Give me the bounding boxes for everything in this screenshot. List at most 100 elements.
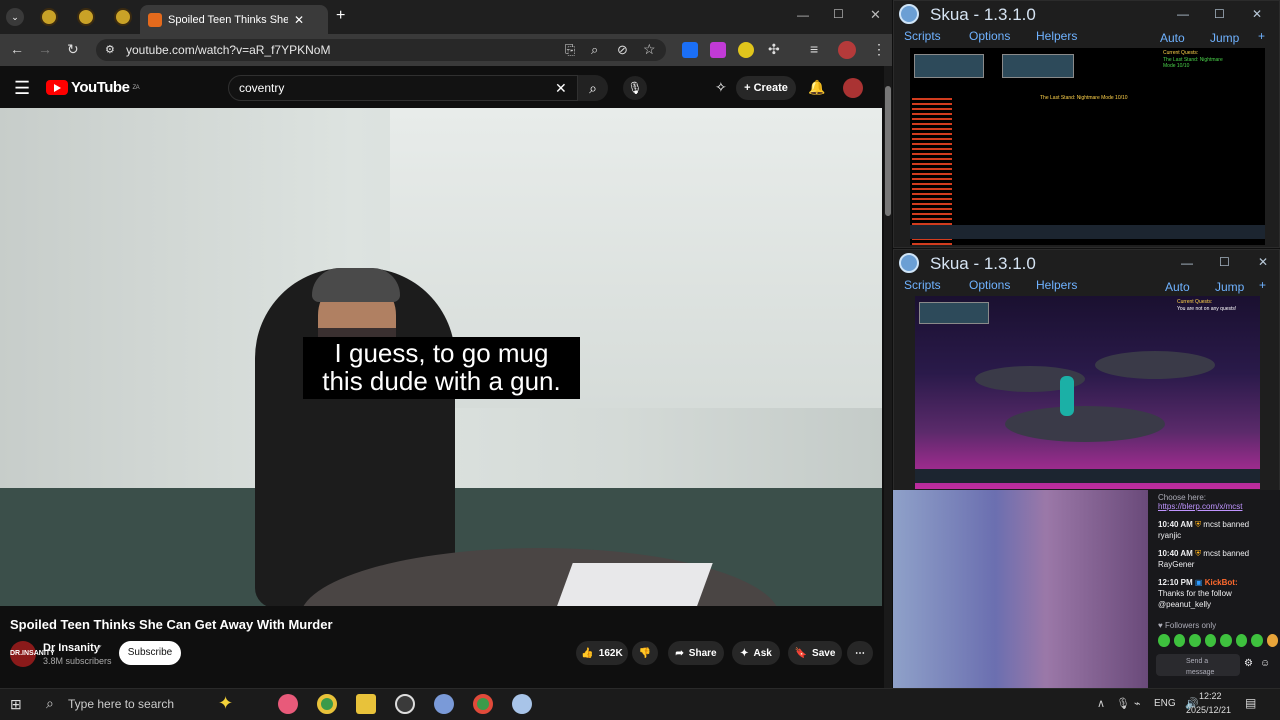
menu-helpers[interactable]: Helpers — [1036, 278, 1077, 292]
menu-jump[interactable]: Jump — [1210, 31, 1239, 45]
tab-search-icon[interactable]: ⌄ — [6, 8, 24, 26]
new-tab-button[interactable]: + — [336, 7, 345, 25]
dislike-button[interactable]: 👎 — [632, 641, 658, 665]
extension-icon[interactable] — [738, 42, 754, 58]
tab-favicon[interactable] — [40, 8, 58, 26]
channel-name[interactable]: Dr Insanity — [43, 642, 100, 654]
menu-jump[interactable]: Jump — [1215, 280, 1244, 294]
caption-line: I guess, to go mug — [334, 338, 549, 368]
search-highlight-icon[interactable]: ✦ — [218, 693, 233, 714]
close-button[interactable]: ✕ — [1258, 255, 1268, 269]
address-bar[interactable]: ⚙ youtube.com/watch?v=aR_f7YPKNoM — [96, 39, 666, 61]
reload-icon[interactable]: ↻ — [67, 41, 79, 58]
game-viewport-bottom[interactable]: Current Quests: You are not on any quest… — [915, 296, 1260, 489]
extension-icon[interactable] — [682, 42, 698, 58]
app-icon[interactable] — [434, 694, 454, 714]
notifications-bell-icon[interactable]: 🔔 — [808, 79, 825, 96]
tab-close-icon[interactable]: ✕ — [294, 13, 304, 27]
extensions-puzzle-icon[interactable]: ✣ — [768, 41, 780, 58]
minimize-button[interactable]: — — [797, 8, 809, 22]
subscribe-button[interactable]: Subscribe — [119, 641, 181, 665]
save-button[interactable]: 🔖 Save — [788, 641, 842, 665]
scrollbar-thumb[interactable] — [885, 86, 891, 216]
ask-button[interactable]: ✦ Ask — [732, 641, 780, 665]
like-button[interactable]: 👍 162K — [576, 641, 628, 665]
stream-video[interactable] — [893, 490, 1148, 688]
profile-avatar[interactable] — [838, 41, 856, 59]
taskbar-search[interactable]: ⌕ Type here to search — [38, 691, 208, 717]
menu-options[interactable]: Options — [969, 29, 1010, 43]
app-icon[interactable] — [395, 694, 415, 714]
tab-favicon[interactable] — [77, 8, 95, 26]
incognito-icon[interactable]: ⊘ — [617, 42, 628, 58]
menu-kebab-icon[interactable]: ⋮ — [872, 41, 886, 58]
language-indicator[interactable]: ENG — [1154, 698, 1176, 709]
maximize-button[interactable]: ☐ — [833, 7, 844, 21]
site-info-icon[interactable]: ⚙ — [105, 43, 115, 56]
menu-auto[interactable]: Auto — [1165, 280, 1190, 294]
menu-add[interactable]: + — [1259, 278, 1266, 292]
file-explorer-icon[interactable] — [356, 694, 376, 714]
chat-input[interactable]: Send a message — [1156, 654, 1240, 676]
menu-add[interactable]: + — [1258, 29, 1265, 43]
clock-date[interactable]: 2025/12/21 — [1186, 705, 1231, 715]
game-viewport-top[interactable]: Current Quests: The Last Stand: Nightmar… — [910, 48, 1265, 245]
voice-search-button[interactable]: 🎙 — [623, 76, 647, 100]
account-avatar[interactable] — [843, 78, 863, 98]
action-bar[interactable] — [915, 469, 1260, 483]
close-window-button[interactable]: ✕ — [870, 7, 881, 23]
minimize-button[interactable]: — — [1181, 256, 1193, 270]
mic-tray-icon[interactable]: 🎙 — [1116, 697, 1130, 710]
search-input[interactable]: coventry ✕ — [228, 75, 578, 101]
menu-helpers[interactable]: Helpers — [1036, 29, 1077, 43]
share-button[interactable]: ➦ Share — [668, 641, 724, 665]
close-button[interactable]: ✕ — [1252, 7, 1262, 21]
reading-list-icon[interactable]: ≡ — [810, 41, 818, 57]
emote-icon[interactable] — [1235, 634, 1247, 647]
chrome-icon[interactable] — [473, 694, 493, 714]
emote-icon[interactable] — [1158, 634, 1170, 647]
windows-start-icon[interactable]: ⊞ — [10, 696, 22, 713]
clear-search-icon[interactable]: ✕ — [555, 80, 567, 97]
back-icon[interactable]: ← — [10, 41, 24, 57]
emote-icon[interactable] — [1189, 634, 1201, 647]
menu-options[interactable]: Options — [969, 278, 1010, 292]
more-actions-button[interactable]: ⋯ — [847, 641, 873, 665]
skua-taskbar-icon[interactable] — [512, 694, 532, 714]
tab-favicon[interactable] — [114, 8, 132, 26]
tray-chevron-icon[interactable]: ∧ — [1097, 697, 1105, 710]
page-scrollbar[interactable] — [884, 66, 892, 688]
copilot-icon[interactable] — [278, 694, 298, 714]
youtube-logo[interactable]: YouTube ZA — [46, 79, 140, 96]
forward-icon[interactable]: → — [38, 41, 52, 57]
maximize-button[interactable]: ☐ — [1214, 7, 1225, 21]
emote-icon[interactable] — [1251, 634, 1263, 647]
zoom-icon[interactable]: ⌕ — [591, 42, 598, 58]
maximize-button[interactable]: ☐ — [1219, 255, 1230, 269]
bookmark-star-icon[interactable]: ☆ — [643, 41, 656, 58]
emote-icon[interactable] — [1173, 634, 1185, 647]
clock-time[interactable]: 12:22 — [1199, 691, 1222, 701]
chat-settings-icon[interactable]: ⚙ — [1244, 658, 1253, 669]
emote-icon[interactable] — [1204, 634, 1216, 647]
channel-avatar[interactable]: DR.INSANITY — [10, 641, 55, 667]
hamburger-menu-icon[interactable]: ☰ — [14, 78, 30, 99]
emote-icon[interactable] — [1220, 634, 1232, 647]
gemini-icon[interactable]: ✧ — [715, 79, 727, 96]
notification-icon[interactable]: ▤ — [1245, 696, 1256, 710]
chat-link[interactable]: https://blerp.com/x/mcst — [1158, 501, 1278, 512]
emote-icon[interactable] — [1266, 634, 1278, 647]
chrome-icon[interactable] — [317, 694, 337, 714]
minimize-button[interactable]: — — [1177, 7, 1189, 21]
network-icon[interactable]: ⌁ — [1134, 697, 1141, 710]
chat-emote-icon[interactable]: ☺ — [1260, 658, 1270, 669]
tab-active[interactable]: Spoiled Teen Thinks She Ca ✕ — [140, 5, 328, 34]
menu-auto[interactable]: Auto — [1160, 31, 1185, 45]
menu-scripts[interactable]: Scripts — [904, 278, 941, 292]
search-button[interactable]: ⌕ — [578, 75, 608, 101]
menu-scripts[interactable]: Scripts — [904, 29, 941, 43]
extension-icon[interactable] — [710, 42, 726, 58]
action-bar[interactable] — [910, 225, 1265, 239]
create-button[interactable]: + Create — [736, 76, 796, 100]
install-icon[interactable]: ⎘ — [565, 42, 575, 58]
